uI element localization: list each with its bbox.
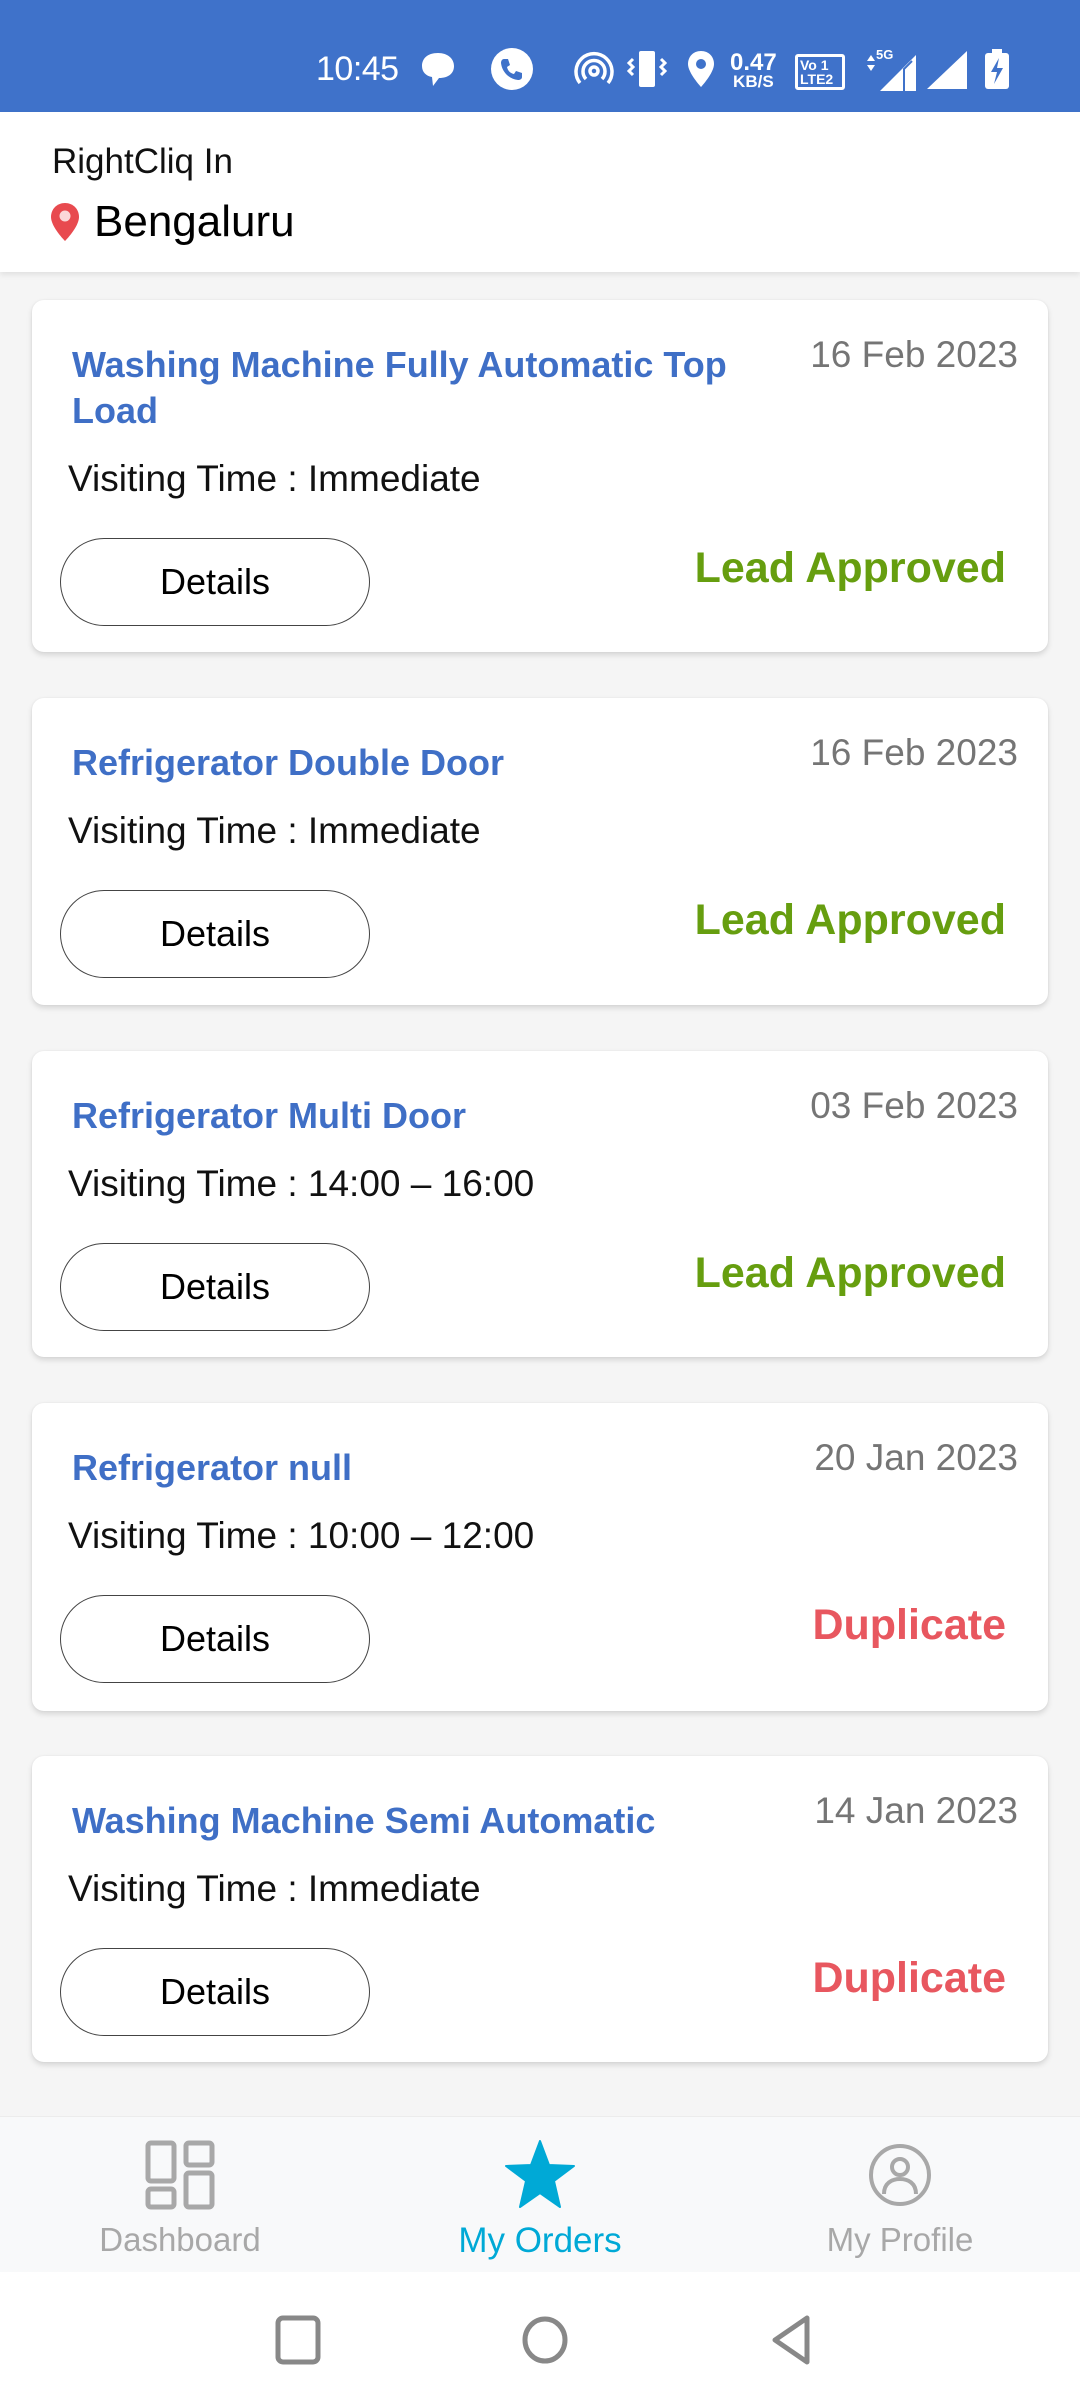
order-date: 14 Jan 2023	[814, 1790, 1018, 1831]
status-label: Lead Approved	[694, 544, 1006, 592]
details-button[interactable]: Details	[60, 1243, 370, 1331]
order-card: Refrigerator Multi Door 03 Feb 2023 Visi…	[32, 1051, 1048, 1357]
net-speed-value: 0.47	[730, 49, 777, 76]
details-button[interactable]: Details	[60, 890, 370, 978]
tab-my-orders[interactable]: My Orders	[390, 2117, 690, 2273]
volte-icon: Vo 1 LTE2	[795, 54, 845, 90]
app-title: RightCliq In	[52, 142, 233, 181]
order-title: Refrigerator Double Door	[72, 742, 505, 783]
back-button[interactable]	[762, 2310, 822, 2370]
system-nav-bar	[0, 2272, 1080, 2400]
details-button[interactable]: Details	[60, 1948, 370, 2036]
order-title: Refrigerator null	[72, 1447, 353, 1488]
order-card: Refrigerator null 20 Jan 2023 Visiting T…	[32, 1403, 1048, 1711]
tab-label: My Profile	[826, 2221, 974, 2258]
svg-text:5G: 5G	[876, 47, 893, 62]
order-date: 03 Feb 2023	[810, 1085, 1018, 1126]
status-label: Duplicate	[812, 1954, 1006, 2002]
tab-label: Dashboard	[99, 2221, 261, 2258]
profile-icon	[868, 2137, 932, 2213]
bottom-nav: Dashboard My Orders My Profile	[0, 2116, 1080, 2272]
vibrate-icon	[625, 50, 669, 88]
order-title: Refrigerator Multi Door	[72, 1095, 467, 1136]
status-label: Lead Approved	[694, 896, 1006, 944]
status-label: Duplicate	[812, 1601, 1006, 1649]
signal-5g-icon: 5G	[864, 47, 920, 91]
visiting-time: Visiting Time : Immediate	[68, 458, 481, 499]
battery-charging-icon	[982, 49, 1012, 89]
visiting-time: Visiting Time : Immediate	[68, 810, 481, 851]
volte-sim2: 2	[825, 71, 834, 87]
net-speed: 0.47 KB/S	[730, 49, 777, 91]
location-name: Bengaluru	[94, 197, 295, 246]
visiting-time: Visiting Time : 14:00 – 16:00	[68, 1163, 535, 1204]
details-button[interactable]: Details	[60, 1595, 370, 1683]
order-card: Washing Machine Fully Automatic Top Load…	[32, 300, 1048, 652]
dashboard-icon	[145, 2137, 215, 2213]
phone-call-icon	[490, 48, 534, 90]
signal-icon	[924, 50, 970, 89]
tab-my-profile[interactable]: My Profile	[750, 2117, 1050, 2273]
location-icon	[686, 50, 716, 88]
chat-bubble-icon	[418, 50, 458, 88]
order-title: Washing Machine Fully Automatic Top Load	[72, 344, 727, 431]
tab-dashboard[interactable]: Dashboard	[30, 2117, 330, 2273]
lte-label: LTE	[800, 71, 826, 87]
order-date: 16 Feb 2023	[810, 732, 1018, 773]
recents-button[interactable]	[268, 2310, 328, 2370]
status-bar: 10:45 0.47 KB/S Vo 1 LTE2 5G	[0, 0, 1080, 112]
app-header: RightCliq In Bengaluru	[0, 112, 1080, 272]
map-pin-icon	[51, 203, 79, 241]
order-date: 16 Feb 2023	[810, 334, 1018, 375]
status-label: Lead Approved	[694, 1249, 1006, 1297]
recents-icon	[275, 2315, 321, 2365]
order-card: Washing Machine Semi Automatic 14 Jan 20…	[32, 1756, 1048, 2062]
visiting-time: Visiting Time : 10:00 – 12:00	[68, 1515, 535, 1556]
hotspot-icon	[574, 50, 614, 88]
home-icon	[522, 2316, 568, 2364]
tab-label: My Orders	[458, 2221, 622, 2260]
details-button[interactable]: Details	[60, 538, 370, 626]
star-icon	[504, 2137, 576, 2213]
order-title: Washing Machine Semi Automatic	[72, 1800, 656, 1841]
visiting-time: Visiting Time : Immediate	[68, 1868, 481, 1909]
clock: 10:45	[316, 50, 399, 88]
location-selector[interactable]: Bengaluru	[50, 197, 295, 247]
net-speed-unit: KB/S	[733, 72, 774, 91]
back-icon	[772, 2315, 810, 2365]
order-date: 20 Jan 2023	[814, 1437, 1018, 1478]
home-button[interactable]	[515, 2310, 575, 2370]
order-card: Refrigerator Double Door 16 Feb 2023 Vis…	[32, 698, 1048, 1005]
